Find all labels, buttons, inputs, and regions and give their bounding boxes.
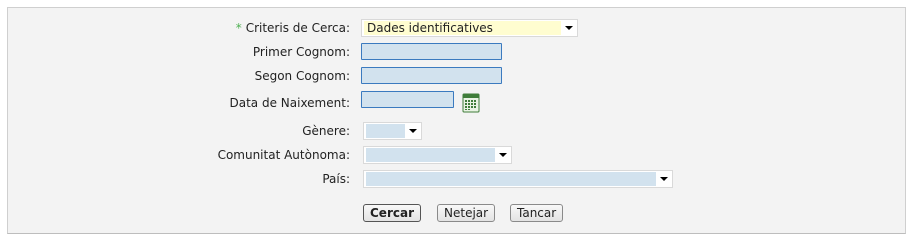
- data-naixement-input[interactable]: [361, 91, 454, 108]
- search-form-panel: [7, 7, 906, 234]
- pais-label: País:: [322, 172, 350, 186]
- netejar-button[interactable]: Netejar: [437, 204, 496, 222]
- comunitat-label: Comunitat Autònoma:: [217, 148, 350, 162]
- comunitat-value: [366, 148, 495, 162]
- genere-label: Gènere:: [302, 124, 350, 138]
- primer-cognom-label: Primer Cognom:: [252, 45, 350, 59]
- tancar-button[interactable]: Tancar: [510, 204, 564, 222]
- calendar-icon[interactable]: [462, 93, 480, 113]
- chevron-down-icon[interactable]: [495, 147, 511, 163]
- genere-value: [366, 124, 405, 138]
- criteris-select[interactable]: Dades identificatives: [361, 19, 578, 37]
- segon-cognom-label: Segon Cognom:: [254, 69, 350, 83]
- cercar-button[interactable]: Cercar: [363, 204, 421, 222]
- comunitat-select[interactable]: [363, 146, 512, 164]
- pais-select[interactable]: [363, 170, 673, 188]
- primer-cognom-input[interactable]: [361, 43, 502, 60]
- required-mark: *: [235, 21, 242, 35]
- data-naixement-label: Data de Naixement:: [229, 96, 351, 110]
- criteris-label: * Criteris de Cerca:: [235, 21, 350, 35]
- criteris-value: Dades identificatives: [364, 21, 561, 35]
- chevron-down-icon[interactable]: [405, 123, 421, 139]
- chevron-down-icon[interactable]: [561, 20, 577, 36]
- pais-value: [366, 172, 656, 186]
- segon-cognom-input[interactable]: [361, 67, 502, 84]
- genere-select[interactable]: [363, 122, 422, 140]
- chevron-down-icon[interactable]: [656, 171, 672, 187]
